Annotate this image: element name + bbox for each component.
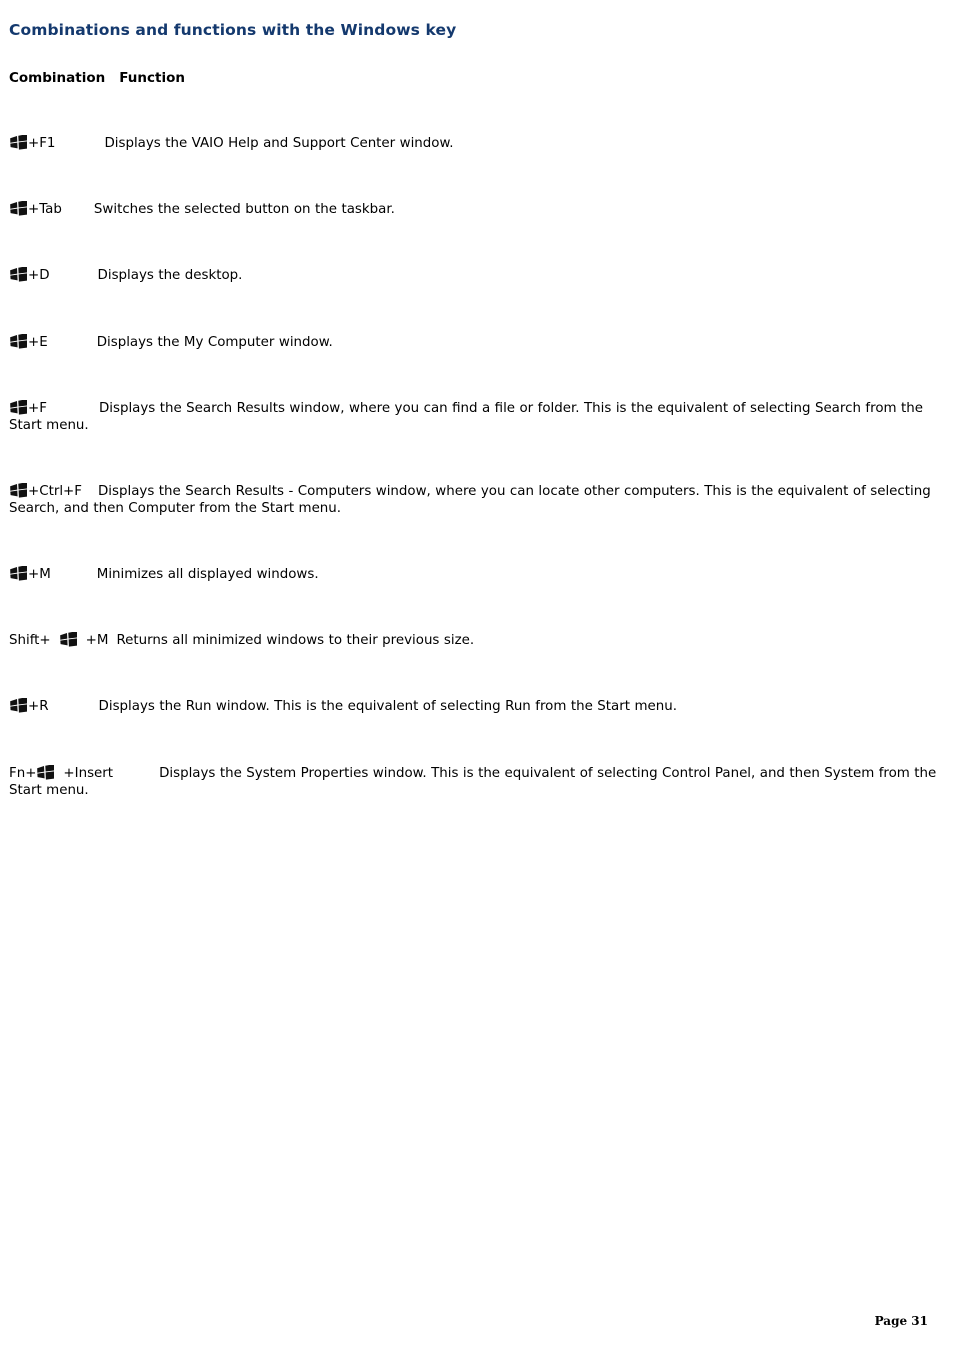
- function-description: Displays the desktop.: [97, 268, 243, 283]
- page-title: Combinations and functions with the Wind…: [9, 21, 457, 39]
- combination-prefix: Shift+: [9, 633, 51, 648]
- table-row: Fn+ +Insert Displays the System Propertie…: [0, 765, 954, 799]
- windows-key-icon: [9, 267, 28, 282]
- combination-prefix: Fn+: [9, 766, 37, 781]
- table-column-headers: Combination Function: [9, 70, 185, 86]
- windows-key-icon: [9, 483, 28, 498]
- table-row: +M Minimizes all displayed windows.: [0, 566, 954, 583]
- page-number: Page 31: [874, 1314, 928, 1328]
- combination-keys: +R: [28, 699, 49, 714]
- combination-keys: +M: [28, 567, 51, 582]
- table-row: +F Displays the Search Results window, wh…: [0, 400, 954, 434]
- column-header-function: Function: [119, 70, 185, 86]
- function-description: Minimizes all displayed windows.: [96, 567, 319, 582]
- table-row: +R Displays the Run window. This is the e…: [0, 698, 954, 715]
- windows-key-icon: [36, 765, 55, 780]
- table-row: +E Displays the My Computer window.: [0, 334, 954, 351]
- table-row: +Tab Switches the selected button on the …: [0, 201, 954, 218]
- document-page: Combinations and functions with the Wind…: [0, 0, 954, 1351]
- windows-key-icon: [59, 632, 78, 647]
- combination-keys: +E: [28, 335, 48, 350]
- windows-key-icon: [9, 698, 28, 713]
- combination-keys: +F: [28, 401, 47, 416]
- function-description: Displays the VAIO Help and Support Cente…: [104, 136, 454, 151]
- function-description: Switches the selected button on the task…: [93, 202, 395, 217]
- windows-key-icon: [9, 400, 28, 415]
- function-description: Returns all minimized windows to their p…: [116, 633, 475, 648]
- function-description: Displays the My Computer window.: [96, 335, 333, 350]
- combination-keys: +Tab: [28, 202, 62, 217]
- column-header-combination: Combination: [9, 70, 106, 86]
- combination-keys: +M: [85, 633, 109, 648]
- function-description: Displays the Search Results window, wher…: [9, 401, 923, 433]
- function-description: Displays the Run window. This is the equ…: [98, 699, 677, 714]
- combination-keys: +F1: [28, 136, 56, 151]
- combination-keys: +Ctrl+F: [28, 484, 82, 499]
- table-row: +D Displays the desktop.: [0, 267, 954, 284]
- function-description: Displays the System Properties window. T…: [9, 766, 937, 798]
- windows-key-icon: [9, 201, 28, 216]
- function-description: Displays the Search Results - Computers …: [9, 484, 931, 516]
- table-row: +Ctrl+F Displays the Search Results - Com…: [0, 483, 954, 517]
- windows-key-icon: [9, 334, 28, 349]
- windows-key-icon: [9, 566, 28, 581]
- table-row: +F1 Displays the VAIO Help and Support Ce…: [0, 135, 954, 152]
- combination-keys: +Insert: [63, 766, 114, 781]
- table-row: Shift+ +M Returns all minimized windows t…: [0, 632, 954, 649]
- windows-key-icon: [9, 135, 28, 150]
- combination-keys: +D: [28, 268, 50, 283]
